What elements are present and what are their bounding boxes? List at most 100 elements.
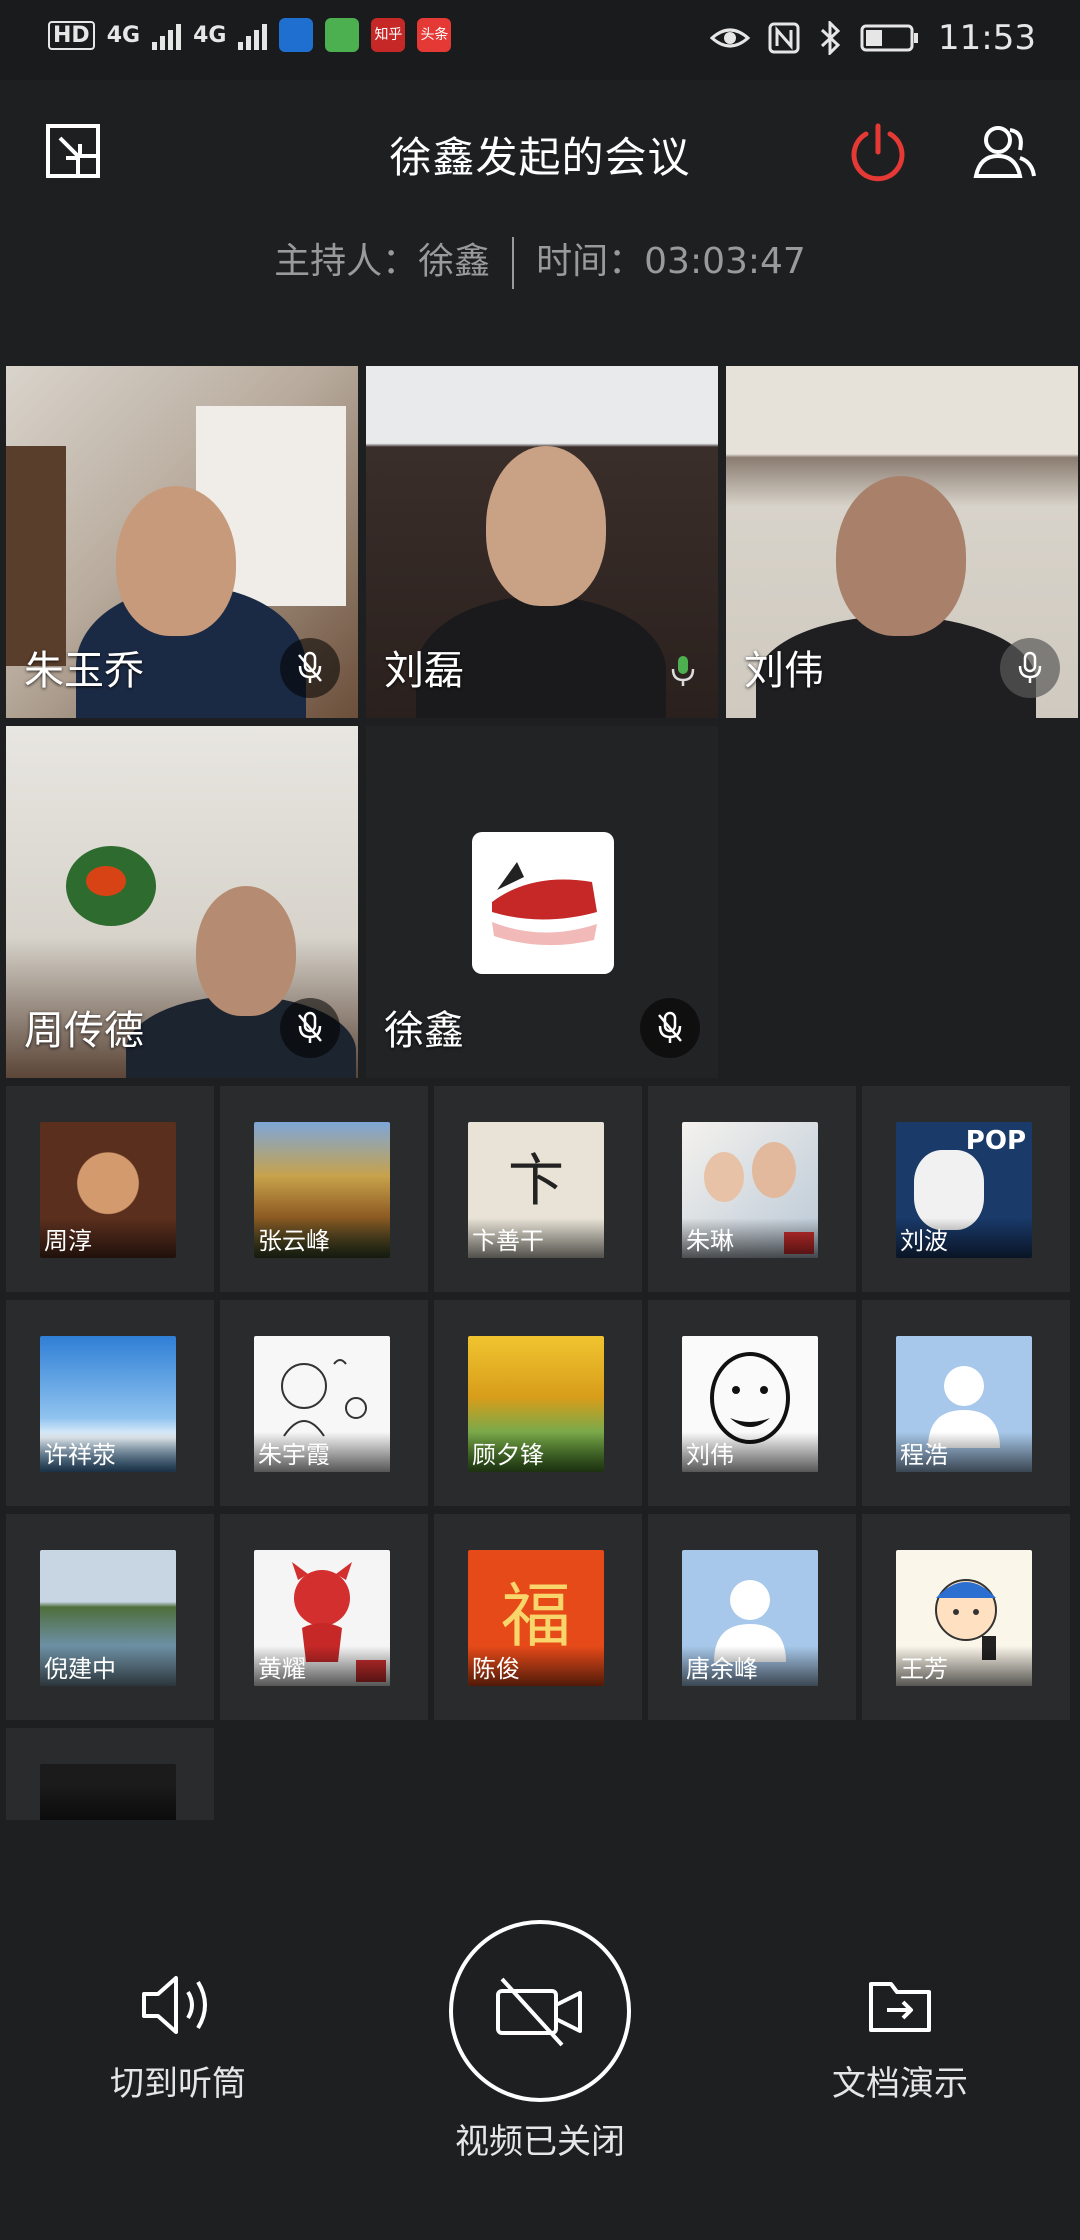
participant-avatar: 许祥荥 xyxy=(40,1336,176,1472)
shield-app-icon xyxy=(279,18,314,52)
participant-name: 张云峰 xyxy=(254,1218,390,1258)
participant-avatar: 朱琳 xyxy=(682,1122,818,1258)
participant-avatar: 王芳 xyxy=(896,1550,1032,1686)
meta-divider xyxy=(512,237,515,289)
participant-avatar: 唐余峰 xyxy=(682,1550,818,1686)
signal-strength-icon-1 xyxy=(152,20,182,50)
participant-cell[interactable]: 顾夕锋 xyxy=(434,1300,642,1506)
participant-name: 朱宇霞 xyxy=(254,1432,390,1472)
battery-icon xyxy=(860,24,919,52)
video-tile-name: 刘伟 xyxy=(744,648,824,694)
participant-name: 朱琳 xyxy=(682,1218,818,1258)
video-tile-name: 徐鑫 xyxy=(384,1008,464,1054)
participant-name xyxy=(40,1784,176,1824)
participant-cell[interactable]: 张云峰 xyxy=(220,1086,428,1292)
participant-avatar: 刘伟 xyxy=(682,1336,818,1472)
participant-name: 唐余峰 xyxy=(682,1646,818,1686)
calligraphy-art: 卞 xyxy=(508,1149,564,1214)
host-label: 主持人：徐鑫 xyxy=(274,241,491,282)
participant-cell[interactable]: 朱宇霞 xyxy=(220,1300,428,1506)
host-avatar xyxy=(472,832,614,974)
participants-icon[interactable] xyxy=(972,120,1036,184)
child-face xyxy=(704,1152,744,1202)
participant-name: 刘伟 xyxy=(682,1432,818,1472)
video-toggle-button[interactable]: 视频已关闭 xyxy=(390,1920,690,2163)
participant-cell[interactable]: 黄耀 xyxy=(220,1514,428,1720)
participant-cell[interactable]: 王芳 xyxy=(862,1514,1070,1720)
switch-to-earpiece-label: 切到听筒 xyxy=(110,2064,246,2104)
mic-muted-icon xyxy=(1000,638,1060,698)
bookshelf xyxy=(6,446,66,666)
participant-avatar: 黄耀 xyxy=(254,1550,390,1686)
video-tile-name: 周传德 xyxy=(24,1008,144,1054)
flowers xyxy=(86,866,126,896)
video-app-icon xyxy=(325,18,360,52)
participant-cell[interactable]: 许祥荥 xyxy=(6,1300,214,1506)
participant-avatar xyxy=(40,1764,176,1824)
mic-muted-icon xyxy=(280,638,340,698)
participant-face xyxy=(116,486,236,636)
document-presentation-label: 文档演示 xyxy=(832,2064,968,2104)
participant-avatar: 卞 卞善干 xyxy=(468,1122,604,1258)
child-face xyxy=(752,1142,796,1198)
participant-cell[interactable] xyxy=(6,1728,214,1824)
nfc-icon xyxy=(768,22,800,54)
hd-indicator: HD xyxy=(48,20,95,50)
participant-name: 黄耀 xyxy=(254,1646,390,1686)
participant-cell[interactable]: POP 刘波 xyxy=(862,1086,1070,1292)
toutiao-app-icon: 头条 xyxy=(417,18,452,52)
participant-face xyxy=(196,886,296,1016)
duration-label: 时间：03:03:47 xyxy=(536,241,806,282)
folder-share-icon xyxy=(869,1982,931,2032)
signal-strength-icon-2 xyxy=(238,20,268,50)
participant-cell[interactable]: 周淳 xyxy=(6,1086,214,1292)
participant-cell[interactable]: 福 陈俊 xyxy=(434,1514,642,1720)
participant-cell[interactable]: 程浩 xyxy=(862,1300,1070,1506)
video-toggle-circle xyxy=(449,1920,631,2102)
participant-cell[interactable]: 唐余峰 xyxy=(648,1514,856,1720)
participant-avatar: 福 陈俊 xyxy=(468,1550,604,1686)
participant-name: 卞善干 xyxy=(468,1218,604,1258)
meeting-meta: 主持人：徐鑫 时间：03:03:47 xyxy=(0,232,1080,289)
call-controls: 切到听筒 视频已关闭 文档演示 xyxy=(0,1820,1080,2240)
participant-avatar: 朱宇霞 xyxy=(254,1336,390,1472)
clock: 11:53 xyxy=(938,18,1036,58)
participant-avatar: 倪建中 xyxy=(40,1550,176,1686)
video-tile[interactable]: 刘磊 xyxy=(366,366,718,718)
participant-avatar: 张云峰 xyxy=(254,1122,390,1258)
participant-cell[interactable]: 卞 卞善干 xyxy=(434,1086,642,1292)
participant-name: 许祥荥 xyxy=(40,1432,176,1472)
zhihu-app-icon: 知乎 xyxy=(371,18,406,52)
video-tile-name: 刘磊 xyxy=(384,648,464,694)
participant-cell[interactable]: 刘伟 xyxy=(648,1300,856,1506)
video-off-icon xyxy=(496,1977,582,2047)
meeting-header: 徐鑫发起的会议 xyxy=(0,80,1080,220)
status-bar: HD 4G 4G 知乎 头条 11:53 xyxy=(0,0,1080,80)
bluetooth-icon xyxy=(820,21,841,55)
mic-muted-icon xyxy=(640,998,700,1058)
participant-name: 周淳 xyxy=(40,1218,176,1258)
power-end-meeting-icon[interactable] xyxy=(846,120,910,184)
document-presentation-button[interactable]: 文档演示 xyxy=(780,1970,1020,2105)
participant-avatar: 周淳 xyxy=(40,1122,176,1258)
network-type-1: 4G xyxy=(106,22,141,48)
video-tile[interactable]: 徐鑫 xyxy=(366,726,718,1078)
participant-name: 刘波 xyxy=(896,1218,1032,1258)
speaker-icon xyxy=(142,1976,207,2034)
video-tile[interactable]: 刘伟 xyxy=(726,366,1078,718)
participant-avatar: POP 刘波 xyxy=(896,1122,1032,1258)
network-type-2: 4G xyxy=(193,22,227,48)
video-toggle-label: 视频已关闭 xyxy=(455,2122,625,2162)
video-tile[interactable]: 周传德 xyxy=(6,726,358,1078)
switch-to-earpiece-button[interactable]: 切到听筒 xyxy=(58,1970,298,2105)
pop-text: POP xyxy=(965,1126,1026,1156)
video-tile-name: 朱玉乔 xyxy=(24,648,144,694)
mic-muted-icon xyxy=(280,998,340,1058)
sketch-art xyxy=(281,1359,367,1437)
video-tile[interactable]: 朱玉乔 xyxy=(6,366,358,718)
participant-cell[interactable]: 倪建中 xyxy=(6,1514,214,1720)
meeting-title: 徐鑫发起的会议 xyxy=(389,133,691,182)
participant-name: 顾夕锋 xyxy=(468,1432,604,1472)
participant-cell[interactable]: 朱琳 xyxy=(648,1086,856,1292)
participant-name: 倪建中 xyxy=(40,1646,176,1686)
